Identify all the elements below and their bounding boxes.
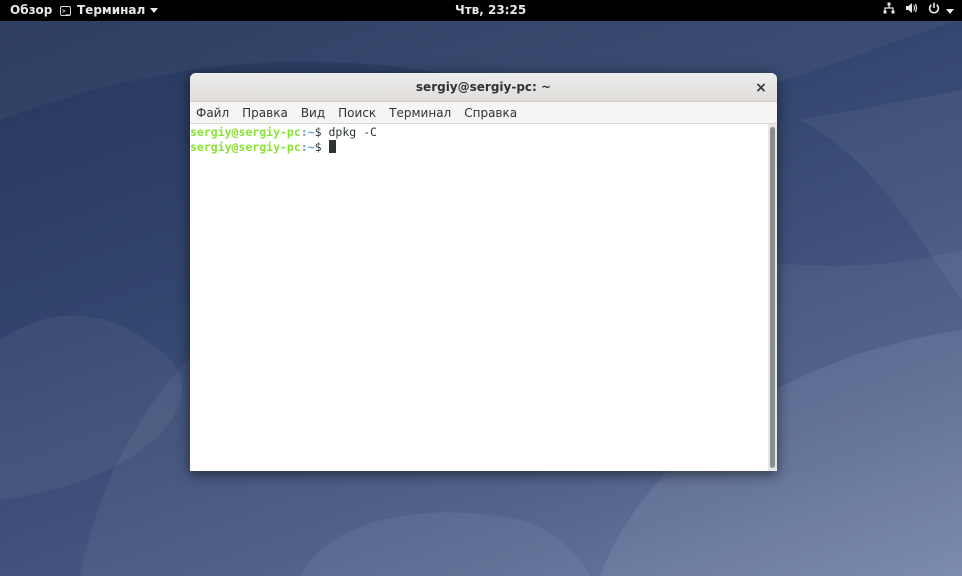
chevron-down-icon (946, 0, 954, 21)
prompt-user-host: sergiy@sergiy-pc (190, 140, 301, 154)
app-menu-label: Терминал (77, 3, 146, 17)
terminal-window[interactable]: sergiy@sergiy-pc: ~ × Файл Правка Вид По… (190, 73, 777, 471)
menu-file[interactable]: Файл (196, 103, 229, 123)
prompt-path: :~ (300, 140, 315, 154)
volume-icon (905, 0, 918, 21)
terminal-app-icon: >_ (60, 5, 71, 16)
menu-edit[interactable]: Правка (242, 103, 288, 123)
close-button[interactable]: × (753, 80, 769, 96)
prompt-symbol: $ (314, 140, 329, 154)
terminal-command: dpkg -C (328, 125, 377, 139)
terminal-scrollbar[interactable] (768, 124, 777, 471)
terminal-cursor (328, 140, 336, 153)
menu-view[interactable]: Вид (301, 103, 325, 123)
terminal-line: sergiy@sergiy-pc:~$ (190, 140, 768, 155)
prompt-user-host: sergiy@sergiy-pc (190, 125, 301, 139)
prompt-symbol: $ (314, 125, 329, 139)
network-icon (883, 0, 895, 21)
terminal-line: sergiy@sergiy-pc:~$ dpkg -C (190, 125, 768, 140)
app-menu-button[interactable]: >_ Терминал (60, 0, 159, 21)
top-bar: Обзор >_ Терминал Чтв, 23:25 (0, 0, 962, 21)
window-title: sergiy@sergiy-pc: ~ (415, 80, 552, 94)
clock-button[interactable]: Чтв, 23:25 (455, 0, 526, 21)
terminal-output[interactable]: sergiy@sergiy-pc:~$ dpkg -C sergiy@sergi… (190, 124, 768, 471)
activities-button[interactable]: Обзор (10, 0, 52, 21)
window-titlebar[interactable]: sergiy@sergiy-pc: ~ × (190, 73, 777, 102)
menu-help[interactable]: Справка (464, 103, 517, 123)
scrollbar-thumb[interactable] (770, 127, 775, 468)
menu-terminal[interactable]: Терминал (389, 103, 451, 123)
chevron-down-icon (150, 8, 159, 13)
prompt-path: :~ (300, 125, 315, 139)
system-status-menu[interactable] (873, 0, 954, 21)
menu-search[interactable]: Поиск (338, 103, 376, 123)
power-icon (928, 0, 940, 21)
menu-bar: Файл Правка Вид Поиск Терминал Справка (190, 102, 777, 124)
